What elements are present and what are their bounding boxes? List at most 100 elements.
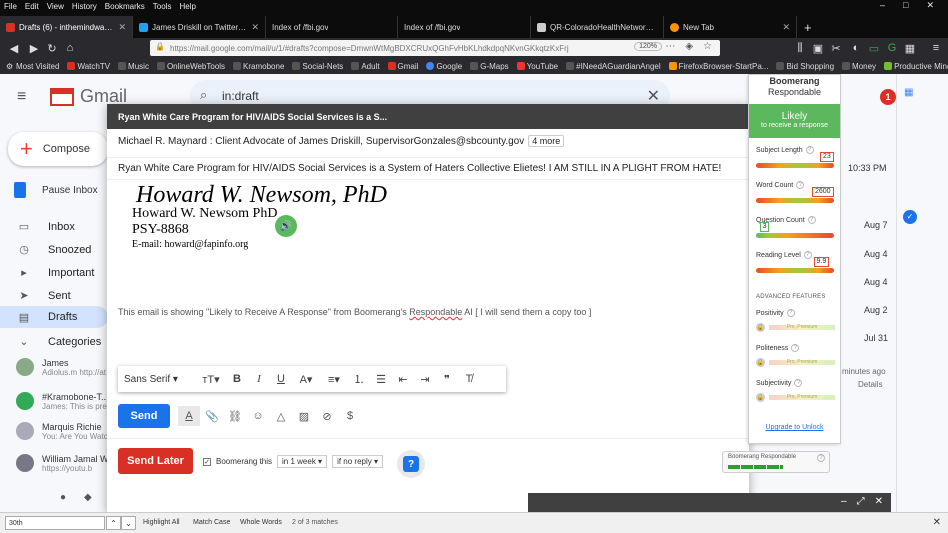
tasks-icon[interactable]: ✓ — [903, 210, 917, 224]
bookmark-item[interactable]: Productive Mind Gam... — [884, 62, 948, 71]
search-input[interactable]: in:draft — [222, 89, 259, 103]
bookmark-item[interactable]: Bid Shopping — [776, 62, 834, 71]
more-recipients-button[interactable]: 4 more — [528, 135, 565, 147]
bookmark-item[interactable]: Adult — [351, 62, 380, 71]
tab-twitter[interactable]: James Driskill on Twitter: "#C... ✕ — [133, 16, 266, 38]
help-icon[interactable]: ? — [807, 216, 816, 224]
close-find-icon[interactable]: ✕ — [933, 517, 941, 528]
link-icon[interactable]: ⛓ — [224, 406, 246, 426]
match-case-toggle[interactable]: Match Case — [193, 519, 230, 526]
close-icon[interactable]: ✕ — [875, 496, 883, 507]
minimize-icon[interactable]: – — [841, 496, 847, 507]
close-tab-icon[interactable]: ✕ — [251, 22, 259, 33]
quote-icon[interactable]: ❞ — [436, 373, 458, 386]
page-actions-icon[interactable]: ⋯ — [665, 41, 675, 52]
menu-help[interactable]: Help — [179, 2, 195, 11]
formatting-options-icon[interactable]: A — [178, 406, 200, 426]
bookmark-item[interactable]: Music — [118, 62, 149, 71]
minimized-compose-bar[interactable]: – ⤢ ✕ — [528, 493, 891, 512]
help-icon[interactable]: ? — [794, 379, 803, 387]
find-input[interactable]: 30th — [5, 516, 105, 530]
back-icon[interactable]: ◀ — [6, 40, 22, 56]
minimize-window-icon[interactable]: – — [880, 0, 885, 11]
bookmark-item[interactable]: WatchTV — [67, 62, 110, 71]
expand-icon[interactable]: ⤢ — [857, 496, 865, 507]
menu-tools[interactable]: Tools — [153, 2, 172, 11]
bookmark-item[interactable]: YouTube — [516, 62, 558, 71]
person-icon[interactable]: ● — [60, 492, 66, 503]
help-icon[interactable]: ? — [803, 251, 812, 259]
speaker-icon[interactable]: 🔊 — [275, 215, 297, 237]
clear-search-icon[interactable]: ✕ — [647, 86, 660, 106]
boomerang-condition-select[interactable]: if no reply ▾ — [332, 455, 384, 468]
extension-icon[interactable]: ◐ — [848, 40, 864, 56]
help-icon[interactable]: ? — [791, 344, 800, 352]
bold-icon[interactable]: B — [226, 373, 248, 385]
chat-item[interactable]: William Jamal W... https://youtu.b — [16, 454, 116, 473]
send-button[interactable]: Send — [118, 404, 170, 428]
notification-badge[interactable]: 1 — [880, 89, 896, 105]
money-icon[interactable]: $ — [339, 406, 361, 426]
find-previous-icon[interactable]: ⌃ — [106, 516, 121, 530]
help-icon[interactable]: ? — [805, 146, 814, 154]
reload-icon[interactable]: ↻ — [44, 40, 60, 56]
compose-title[interactable]: Ryan White Care Program for HIV/AIDS Soc… — [107, 104, 749, 129]
upgrade-link[interactable]: Upgrade to Unlock — [749, 424, 840, 431]
bookmark-item[interactable]: Money — [842, 62, 876, 71]
close-tab-icon[interactable]: ✕ — [782, 22, 790, 33]
menu-edit[interactable]: Edit — [25, 2, 39, 11]
whole-words-toggle[interactable]: Whole Words — [240, 519, 282, 526]
sidebar-item-sent[interactable]: ➤ Sent — [18, 289, 70, 303]
tab-index-fbi-2[interactable]: Index of /fbi.gov — [398, 16, 531, 38]
help-button[interactable]: ? — [397, 450, 425, 478]
bookmark-item[interactable]: Gmail — [387, 62, 418, 71]
apps-grid-icon[interactable]: ▦ — [904, 87, 913, 98]
sidebar-item-drafts[interactable]: ▤ Drafts — [0, 306, 108, 328]
extension-grid-icon[interactable]: ▦ — [902, 40, 918, 56]
maximize-window-icon[interactable]: □ — [903, 0, 908, 11]
indent-more-icon[interactable]: ⇥ — [414, 373, 436, 386]
chat-bubble-icon[interactable]: ◆ — [84, 492, 92, 503]
drive-icon[interactable]: △ — [270, 406, 292, 426]
text-size-icon[interactable]: тT▾ — [196, 373, 226, 386]
send-later-button[interactable]: Send Later — [118, 448, 193, 474]
attach-icon[interactable]: 📎 — [201, 406, 223, 426]
sidebar-item-important[interactable]: ▸ Important — [18, 266, 94, 280]
emoji-icon[interactable]: ☺ — [247, 406, 269, 426]
recipients-field[interactable]: Michael R. Maynard : Client Advocate of … — [118, 135, 738, 147]
message-body[interactable]: This email is showing "Likely to Receive… — [118, 307, 591, 317]
boomerang-checkbox[interactable]: ✓ — [203, 457, 211, 466]
forward-icon[interactable]: ▶ — [26, 40, 42, 56]
help-icon[interactable]: ? — [786, 309, 795, 317]
tab-index-fbi-1[interactable]: Index of /fbi.gov — [266, 16, 398, 38]
help-icon[interactable]: ? — [817, 454, 825, 462]
chat-item[interactable]: Marquis Richie You: Are You Watch — [16, 422, 112, 441]
tab-colorado-health[interactable]: QR-ColoradoHealthNetwork-R... — [531, 16, 664, 38]
bookmark-item[interactable]: G-Maps — [470, 62, 509, 71]
menu-view[interactable]: View — [47, 2, 64, 11]
indent-less-icon[interactable]: ⇤ — [392, 373, 414, 386]
bookmark-item[interactable]: Social-Nets — [292, 62, 343, 71]
help-icon[interactable]: ? — [796, 181, 805, 189]
bookmark-item[interactable]: OnlineWebTools — [156, 62, 225, 71]
pause-inbox-button[interactable]: Pause Inbox — [14, 182, 98, 198]
extension-chat-icon[interactable]: ▭ — [866, 40, 882, 56]
menu-history[interactable]: History — [72, 2, 97, 11]
align-icon[interactable]: ≡▾ — [320, 373, 348, 386]
close-tab-icon[interactable]: ✕ — [118, 22, 126, 33]
tab-gmail-drafts[interactable]: Drafts (6) - inthemindway@g... ✕ — [0, 16, 133, 38]
compose-button[interactable]: + Compose — [8, 132, 108, 166]
details-link[interactable]: Details — [858, 380, 882, 389]
italic-icon[interactable]: I — [248, 373, 270, 385]
numbered-list-icon[interactable]: ⒈ — [348, 371, 370, 387]
find-next-icon[interactable]: ⌄ — [121, 516, 136, 530]
sidebar-item-inbox[interactable]: ▭ Inbox — [18, 220, 75, 234]
grammarly-icon[interactable]: G — [884, 40, 900, 56]
url-bar[interactable]: 🔒 https://mail.google.com/mail/u/1/#draf… — [150, 40, 720, 56]
screenshot-icon[interactable]: ✂ — [828, 40, 844, 56]
bookmark-item[interactable]: ⚙ Most Visited — [6, 62, 59, 72]
boomerang-delay-select[interactable]: in 1 week ▾ — [277, 455, 328, 468]
confidential-icon[interactable]: ⊘ — [316, 406, 338, 426]
home-icon[interactable]: ⌂ — [62, 40, 78, 56]
text-color-icon[interactable]: A▾ — [292, 373, 320, 386]
